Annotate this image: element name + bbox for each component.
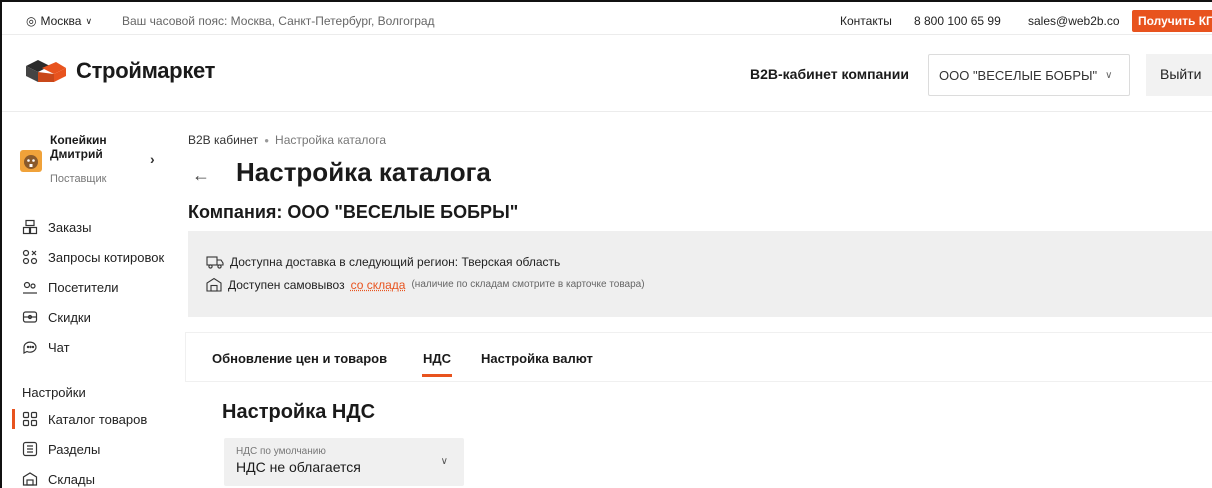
warehouse-icon [206,277,222,292]
sections-icon [22,441,38,457]
tab-vat[interactable]: НДС [423,351,451,366]
vat-default-select[interactable]: НДС по умолчанию НДС не облагается ∨ [224,438,464,486]
sidebar: Копейкин Дмитрий › Поставщик Заказы Запр… [2,113,174,488]
sidebar-item-label: Скидки [48,309,91,325]
sidebar-item-label: Чат [48,339,70,355]
sidebar-item-catalog[interactable]: Каталог товаров [22,409,147,429]
location-pin-icon: ◎ [26,14,37,28]
back-arrow-icon[interactable]: ← [192,165,216,185]
quotes-icon [22,249,38,265]
chevron-down-icon: ∨ [85,15,93,26]
active-tab-indicator [422,374,452,377]
chat-icon [23,341,37,354]
delivery-text: Доступна доставка в следующий регион: Тв… [230,255,561,269]
chevron-down-icon: ∨ [440,456,448,467]
avatar [20,150,42,172]
get-quote-button[interactable]: Получить КП [1132,10,1212,32]
logo-text: Строймаркет [76,58,216,83]
delivery-info: Доступна доставка в следующий регион: Тв… [206,255,560,269]
section-title: Настройка НДС [222,401,376,423]
pickup-info: Доступен самовывоз со склада (наличие по… [206,277,645,292]
city-label: Москва [40,14,82,28]
sidebar-item-orders[interactable]: Заказы [22,217,91,237]
b2b-cabinet-label: B2B-кабинет компании [750,66,909,82]
sidebar-item-label: Запросы котировок [48,249,165,265]
discounts-icon [22,311,38,323]
city-selector[interactable]: ◎ Москва ∨ [26,14,92,28]
sidebar-item-label: Посетители [48,279,119,295]
breadcrumb-item: Настройка каталога [275,133,386,147]
truck-icon [206,256,224,269]
settings-section-title: Настройки [22,385,86,400]
catalog-icon [22,411,38,427]
vat-select-label: НДС по умолчанию [236,446,326,457]
sidebar-item-label: Каталог товаров [48,411,148,427]
email-link[interactable]: sales@web2b.co [1028,14,1120,28]
warehouses-icon [22,472,38,486]
pickup-warehouse-link[interactable]: со склада [351,278,406,292]
sidebar-item-discounts[interactable]: Скидки [22,307,91,327]
chevron-right-icon: › [150,151,155,167]
main-content: B2B кабинет ● Настройка каталога ← Настр… [186,113,1212,488]
info-box: Доступна доставка в следующий регион: Тв… [188,231,1212,317]
pickup-text: Доступен самовывоз [228,277,345,292]
company-title: Компания: ООО "ВЕСЕЛЫЕ БОБРЫ" [188,202,519,222]
sidebar-item-label: Разделы [48,441,101,457]
logout-button[interactable]: Выйти [1146,54,1212,96]
sidebar-item-label: Заказы [48,219,92,235]
sidebar-item-sections[interactable]: Разделы [22,439,100,459]
tab-currency-settings[interactable]: Настройка валют [481,351,593,366]
chevron-down-icon: ∨ [1105,69,1113,81]
tab-prices-update[interactable]: Обновление цен и товаров [212,351,387,366]
pickup-note: (наличие по складам смотрите в карточке … [411,279,645,290]
logo[interactable]: Строймаркет [24,58,215,84]
logo-icon [26,60,66,82]
sidebar-item-warehouses[interactable]: Склады [22,469,95,488]
breadcrumb: B2B кабинет ● Настройка каталога [188,133,386,147]
page-title: Настройка каталога [236,157,491,187]
breadcrumb-item[interactable]: B2B кабинет [188,133,258,147]
orders-icon [22,219,38,235]
company-select[interactable]: ООО "ВЕСЕЛЫЕ БОБРЫ" ∨ [928,54,1130,96]
user-name: Копейкин Дмитрий [50,133,107,161]
user-role: Поставщик [50,173,107,185]
company-select-value: ООО "ВЕСЕЛЫЕ БОБРЫ" [939,67,1098,83]
breadcrumb-separator: ● [264,135,270,145]
timezone-text: Ваш часовой пояс: Москва, Санкт-Петербур… [122,14,435,28]
sidebar-item-visitors[interactable]: Посетители [22,277,119,297]
phone-link[interactable]: 8 800 100 65 99 [914,14,1001,28]
sidebar-item-quotes[interactable]: Запросы котировок [22,247,164,267]
sidebar-item-chat[interactable]: Чат [22,337,70,357]
user-profile[interactable]: Копейкин Дмитрий › Поставщик [20,133,170,185]
contacts-link[interactable]: Контакты [840,14,892,28]
vat-select-value: НДС не облагается [236,459,361,475]
active-indicator [12,409,15,429]
top-bar: ◎ Москва ∨ Ваш часовой пояс: Москва, Сан… [2,2,1212,35]
header: Строймаркет B2B-кабинет компании ООО "ВЕ… [2,36,1212,112]
sidebar-item-label: Склады [48,471,95,487]
visitors-icon [23,281,37,294]
